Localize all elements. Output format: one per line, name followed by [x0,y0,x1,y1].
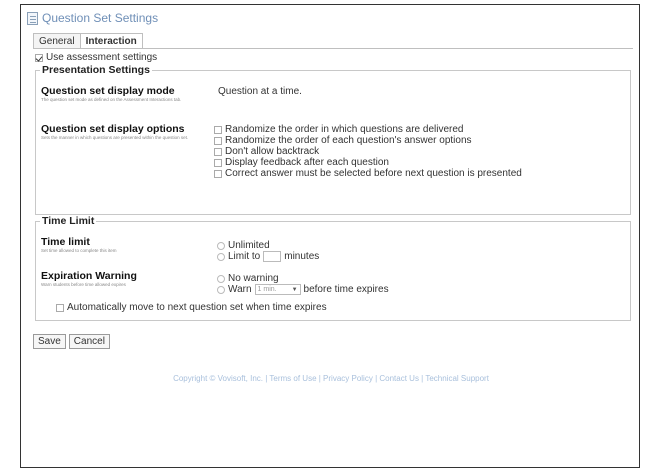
limit-to-option[interactable]: Limit to minutes [217,251,319,262]
display-mode-value-block: Question at a time. [218,86,302,97]
option-display-feedback-checkbox[interactable] [214,158,222,167]
display-mode-description: The question set mode as defined on the … [41,97,182,102]
title-bar: Question Set Settings [27,10,158,26]
option-correct-answer-required[interactable]: Correct answer must be selected before n… [214,168,522,179]
presentation-settings-group: Presentation Settings Question set displ… [35,64,631,215]
expiration-warning-label-block: Expiration Warning Warn students before … [41,270,191,287]
option-label: Randomize the order of each question's a… [225,135,472,146]
option-label: Don't allow backtrack [225,146,320,157]
warn-label: Warn [228,284,252,295]
no-warning-radio[interactable] [217,274,225,283]
minutes-input[interactable] [263,251,282,262]
document-icon [27,11,38,25]
use-assessment-settings-checkbox[interactable] [35,53,43,62]
auto-move-label: Automatically move to next question set … [67,302,327,313]
page-title: Question Set Settings [42,11,159,25]
option-label: Randomize the order in which questions a… [225,124,464,135]
warn-time-value: 1 min. [257,286,277,293]
display-options-list: Randomize the order in which questions a… [214,124,522,179]
dropdown-arrow-icon: ▼ [291,286,298,293]
tab-divider [33,48,633,49]
time-limit-label: Time limit [41,236,90,248]
option-label: Correct answer must be selected before n… [225,168,522,179]
unlimited-option[interactable]: Unlimited [217,240,319,251]
display-options-label-block: Question set display options Sets the ma… [41,123,191,140]
use-assessment-settings[interactable]: Use assessment settings [35,52,157,63]
footer-links: Copyright © Vovisoft, Inc. | Terms of Us… [21,374,641,383]
warn-time-select[interactable]: 1 min. ▼ [254,284,301,295]
display-mode-label-block: Question set display mode The question s… [41,85,191,102]
option-randomize-answers-checkbox[interactable] [214,136,222,145]
save-button[interactable]: Save [33,334,66,349]
expiration-warning-options: No warning Warn 1 min. ▼ before time exp… [217,273,389,295]
warn-radio[interactable] [217,285,225,294]
auto-move-option[interactable]: Automatically move to next question set … [56,302,327,313]
warn-option[interactable]: Warn 1 min. ▼ before time expires [217,284,389,295]
display-options-description: Sets the manner in which questions are p… [41,135,189,140]
tab-interaction[interactable]: Interaction [79,33,143,49]
time-limit-options: Unlimited Limit to minutes [217,240,319,262]
limit-to-radio[interactable] [217,252,225,261]
before-expires-label: before time expires [303,284,389,295]
option-label: Display feedback after each question [225,157,389,168]
settings-window: Question Set Settings General Interactio… [20,4,640,468]
unlimited-label: Unlimited [228,240,270,251]
option-no-backtrack[interactable]: Don't allow backtrack [214,146,522,157]
footer-link-contact[interactable]: Contact Us [379,374,419,383]
tab-general[interactable]: General [33,33,81,49]
presentation-settings-legend: Presentation Settings [40,64,152,76]
footer-link-support[interactable]: Technical Support [425,374,489,383]
no-warning-label: No warning [228,273,279,284]
limit-to-label: Limit to [228,251,261,262]
footer-link-copyright[interactable]: Copyright © Vovisoft, Inc. [173,374,263,383]
time-limit-group: Time Limit Time limit Set time allowed t… [35,215,631,321]
use-assessment-settings-label: Use assessment settings [46,52,158,63]
unlimited-radio[interactable] [217,241,225,250]
minutes-label: minutes [284,251,320,262]
option-randomize-answers[interactable]: Randomize the order of each question's a… [214,135,522,146]
expiration-warning-description: Warn students before time allowed expire… [41,282,126,287]
footer-link-privacy[interactable]: Privacy Policy [323,374,373,383]
auto-move-checkbox[interactable] [56,303,64,312]
time-limit-description: Set time allowed to complete this item [41,248,117,253]
footer-link-terms[interactable]: Terms of Use [269,374,316,383]
display-options-label: Question set display options [41,123,185,135]
cancel-button[interactable]: Cancel [68,334,110,349]
time-limit-legend: Time Limit [40,215,97,227]
action-buttons: Save Cancel [33,334,113,349]
option-randomize-questions-checkbox[interactable] [214,125,222,134]
expiration-warning-label: Expiration Warning [41,270,137,282]
option-correct-answer-required-checkbox[interactable] [214,169,222,178]
time-limit-label-block: Time limit Set time allowed to complete … [41,236,191,253]
option-randomize-questions[interactable]: Randomize the order in which questions a… [214,124,522,135]
option-display-feedback[interactable]: Display feedback after each question [214,157,522,168]
tab-bar: General Interaction [33,33,143,49]
no-warning-option[interactable]: No warning [217,273,389,284]
display-mode-value: Question at a time. [218,86,302,97]
display-mode-label: Question set display mode [41,85,175,97]
option-no-backtrack-checkbox[interactable] [214,147,222,156]
